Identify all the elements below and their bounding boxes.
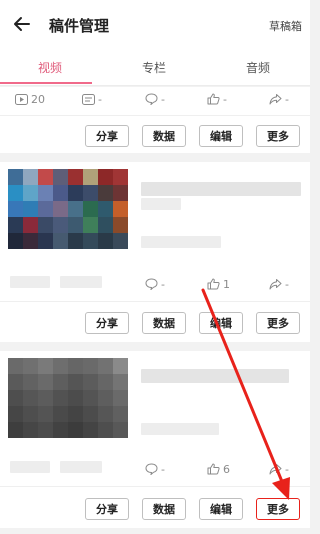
video-stats: - 6 - — [0, 459, 310, 479]
share-button[interactable]: 分享 — [85, 312, 129, 334]
like-icon — [207, 463, 220, 475]
comment-icon — [145, 463, 158, 475]
more-button[interactable]: 更多 — [256, 312, 300, 334]
comment-count: - — [145, 89, 165, 109]
play-icon — [15, 93, 28, 105]
divider — [0, 115, 310, 116]
video-meta-placeholder — [141, 423, 219, 435]
app-header: 稿件管理 草稿箱 — [0, 0, 310, 50]
video-thumbnail[interactable] — [8, 169, 128, 249]
video-title-placeholder — [141, 198, 181, 210]
video-card[interactable]: 20 - - - - 分享 数据 编辑 更多 — [0, 87, 310, 153]
like-icon — [207, 278, 220, 290]
like-count: - — [207, 89, 227, 109]
comment-count: - — [145, 459, 165, 479]
share-icon — [269, 94, 282, 105]
share-count: - — [269, 459, 289, 479]
divider — [0, 301, 310, 302]
tab-video[interactable]: 视频 — [38, 59, 62, 76]
edit-button[interactable]: 编辑 — [199, 125, 243, 147]
edit-button[interactable]: 编辑 — [199, 312, 243, 334]
drafts-button[interactable]: 草稿箱 — [269, 18, 302, 34]
comment-icon — [145, 278, 158, 290]
data-button[interactable]: 数据 — [142, 498, 186, 520]
like-count: 1 — [207, 274, 230, 294]
share-count: - — [269, 274, 289, 294]
data-button[interactable]: 数据 — [142, 312, 186, 334]
data-button[interactable]: 数据 — [142, 125, 186, 147]
tab-audio[interactable]: 音频 — [246, 59, 270, 76]
share-button[interactable]: 分享 — [85, 498, 129, 520]
back-arrow-icon[interactable] — [12, 14, 32, 34]
like-count: 6 — [207, 459, 230, 479]
video-title-placeholder — [141, 182, 301, 196]
play-count: 20 — [15, 89, 45, 109]
more-button-highlighted[interactable]: 更多 — [256, 498, 300, 520]
more-button[interactable]: 更多 — [256, 125, 300, 147]
like-icon — [207, 93, 220, 105]
share-icon — [269, 279, 282, 290]
video-stats: 20 - - - - — [0, 89, 310, 109]
content-tabs: 视频 专栏 音频 — [0, 50, 310, 86]
video-stats: - 1 - — [0, 274, 310, 294]
share-icon — [269, 464, 282, 475]
video-card[interactable]: - 1 - 分享 数据 编辑 更多 — [0, 162, 310, 342]
comment-icon — [145, 93, 158, 105]
edit-button[interactable]: 编辑 — [199, 498, 243, 520]
share-count: - — [269, 89, 289, 109]
video-card[interactable]: - 6 - 分享 数据 编辑 更多 — [0, 351, 310, 528]
video-title-placeholder — [141, 369, 289, 383]
active-tab-indicator — [0, 82, 92, 84]
video-thumbnail[interactable] — [8, 358, 128, 438]
comment-count: - — [145, 274, 165, 294]
danmaku-icon — [82, 93, 95, 105]
tab-column[interactable]: 专栏 — [142, 59, 166, 76]
page-title: 稿件管理 — [49, 17, 110, 35]
divider — [0, 486, 310, 487]
share-button[interactable]: 分享 — [85, 125, 129, 147]
danmaku-count: - — [82, 89, 102, 109]
video-meta-placeholder — [141, 236, 221, 248]
